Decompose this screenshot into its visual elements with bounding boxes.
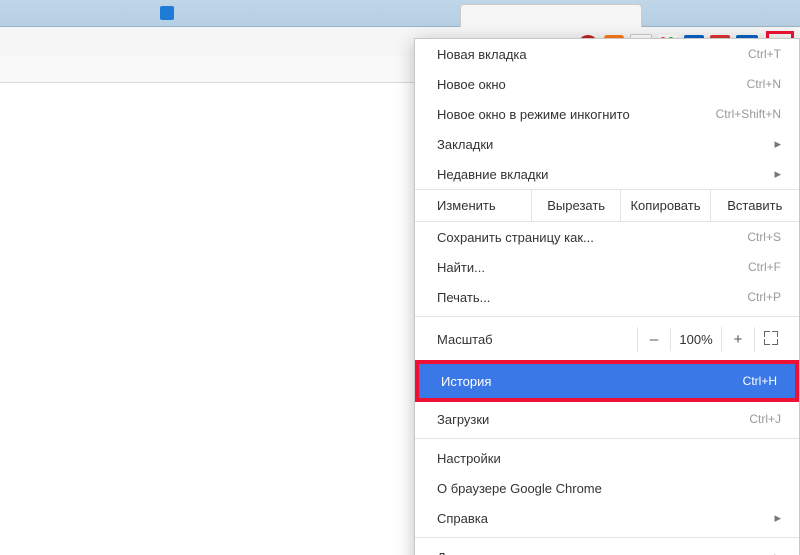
- menu-separator: [415, 316, 799, 317]
- menu-item-shortcut: Ctrl+P: [747, 290, 781, 304]
- history-highlight: История Ctrl+H: [415, 360, 799, 402]
- menu-item-label: Настройки: [437, 451, 501, 466]
- menu-paste[interactable]: Вставить: [710, 190, 799, 221]
- page-subbar: [0, 56, 414, 83]
- menu-help[interactable]: Справка ▸: [415, 503, 799, 533]
- menu-item-label: Новая вкладка: [437, 47, 527, 62]
- active-tab[interactable]: [460, 4, 642, 27]
- menu-item-label: Справка: [437, 511, 488, 526]
- menu-item-label: Сохранить страницу как...: [437, 230, 594, 245]
- menu-item-shortcut: Ctrl+H: [743, 374, 777, 388]
- menu-find[interactable]: Найти... Ctrl+F: [415, 252, 799, 282]
- zoom-out-button[interactable]: –: [637, 327, 670, 352]
- menu-item-shortcut: Ctrl+F: [748, 260, 781, 274]
- menu-item-label: О браузере Google Chrome: [437, 481, 602, 496]
- menu-more-tools[interactable]: Дополнительные инструменты ▸: [415, 542, 799, 555]
- menu-downloads[interactable]: Загрузки Ctrl+J: [415, 404, 799, 434]
- menu-separator: [415, 537, 799, 538]
- fullscreen-button[interactable]: [754, 327, 787, 352]
- menu-item-label: Загрузки: [437, 412, 489, 427]
- menu-print[interactable]: Печать... Ctrl+P: [415, 282, 799, 312]
- menu-separator: [415, 438, 799, 439]
- menu-item-shortcut: Ctrl+T: [748, 47, 781, 61]
- menu-item-shortcut: Ctrl+Shift+N: [716, 107, 781, 121]
- chevron-right-icon: ▸: [774, 510, 781, 526]
- menu-about[interactable]: О браузере Google Chrome: [415, 473, 799, 503]
- tab-favicon[interactable]: [160, 6, 174, 20]
- menu-new-window[interactable]: Новое окно Ctrl+N: [415, 69, 799, 99]
- menu-item-label: Новое окно: [437, 77, 506, 92]
- chevron-right-icon: ▸: [774, 549, 781, 555]
- zoom-in-button[interactable]: +: [721, 327, 754, 352]
- menu-new-tab[interactable]: Новая вкладка Ctrl+T: [415, 39, 799, 69]
- fullscreen-icon: [764, 331, 778, 345]
- menu-item-label: Дополнительные инструменты: [437, 550, 623, 555]
- menu-item-shortcut: Ctrl+J: [749, 412, 781, 426]
- menu-cut[interactable]: Вырезать: [531, 190, 620, 221]
- menu-zoom-row: Масштаб – 100% +: [415, 321, 799, 358]
- menu-incognito[interactable]: Новое окно в режиме инкогнито Ctrl+Shift…: [415, 99, 799, 129]
- zoom-percentage: 100%: [670, 328, 721, 351]
- menu-settings[interactable]: Настройки: [415, 443, 799, 473]
- menu-copy[interactable]: Копировать: [620, 190, 709, 221]
- menu-save-as[interactable]: Сохранить страницу как... Ctrl+S: [415, 222, 799, 252]
- menu-item-label: Недавние вкладки: [437, 167, 548, 182]
- menu-item-label: Найти...: [437, 260, 485, 275]
- menu-edit-row: Изменить Вырезать Копировать Вставить: [415, 189, 799, 222]
- menu-item-label: Закладки: [437, 137, 493, 152]
- menu-item-label: История: [441, 374, 491, 389]
- menu-item-shortcut: Ctrl+S: [747, 230, 781, 244]
- zoom-label: Масштаб: [437, 332, 493, 347]
- menu-recent-tabs[interactable]: Недавние вкладки ▸: [415, 159, 799, 189]
- chevron-right-icon: ▸: [774, 136, 781, 152]
- edit-label: Изменить: [415, 190, 531, 221]
- menu-item-label: Новое окно в режиме инкогнито: [437, 107, 630, 122]
- chevron-right-icon: ▸: [774, 166, 781, 182]
- menu-item-shortcut: Ctrl+N: [747, 77, 781, 91]
- menu-history[interactable]: История Ctrl+H: [419, 364, 795, 398]
- chrome-main-menu: Новая вкладка Ctrl+T Новое окно Ctrl+N Н…: [414, 38, 800, 555]
- tab-strip: [0, 0, 800, 27]
- menu-bookmarks[interactable]: Закладки ▸: [415, 129, 799, 159]
- menu-item-label: Печать...: [437, 290, 490, 305]
